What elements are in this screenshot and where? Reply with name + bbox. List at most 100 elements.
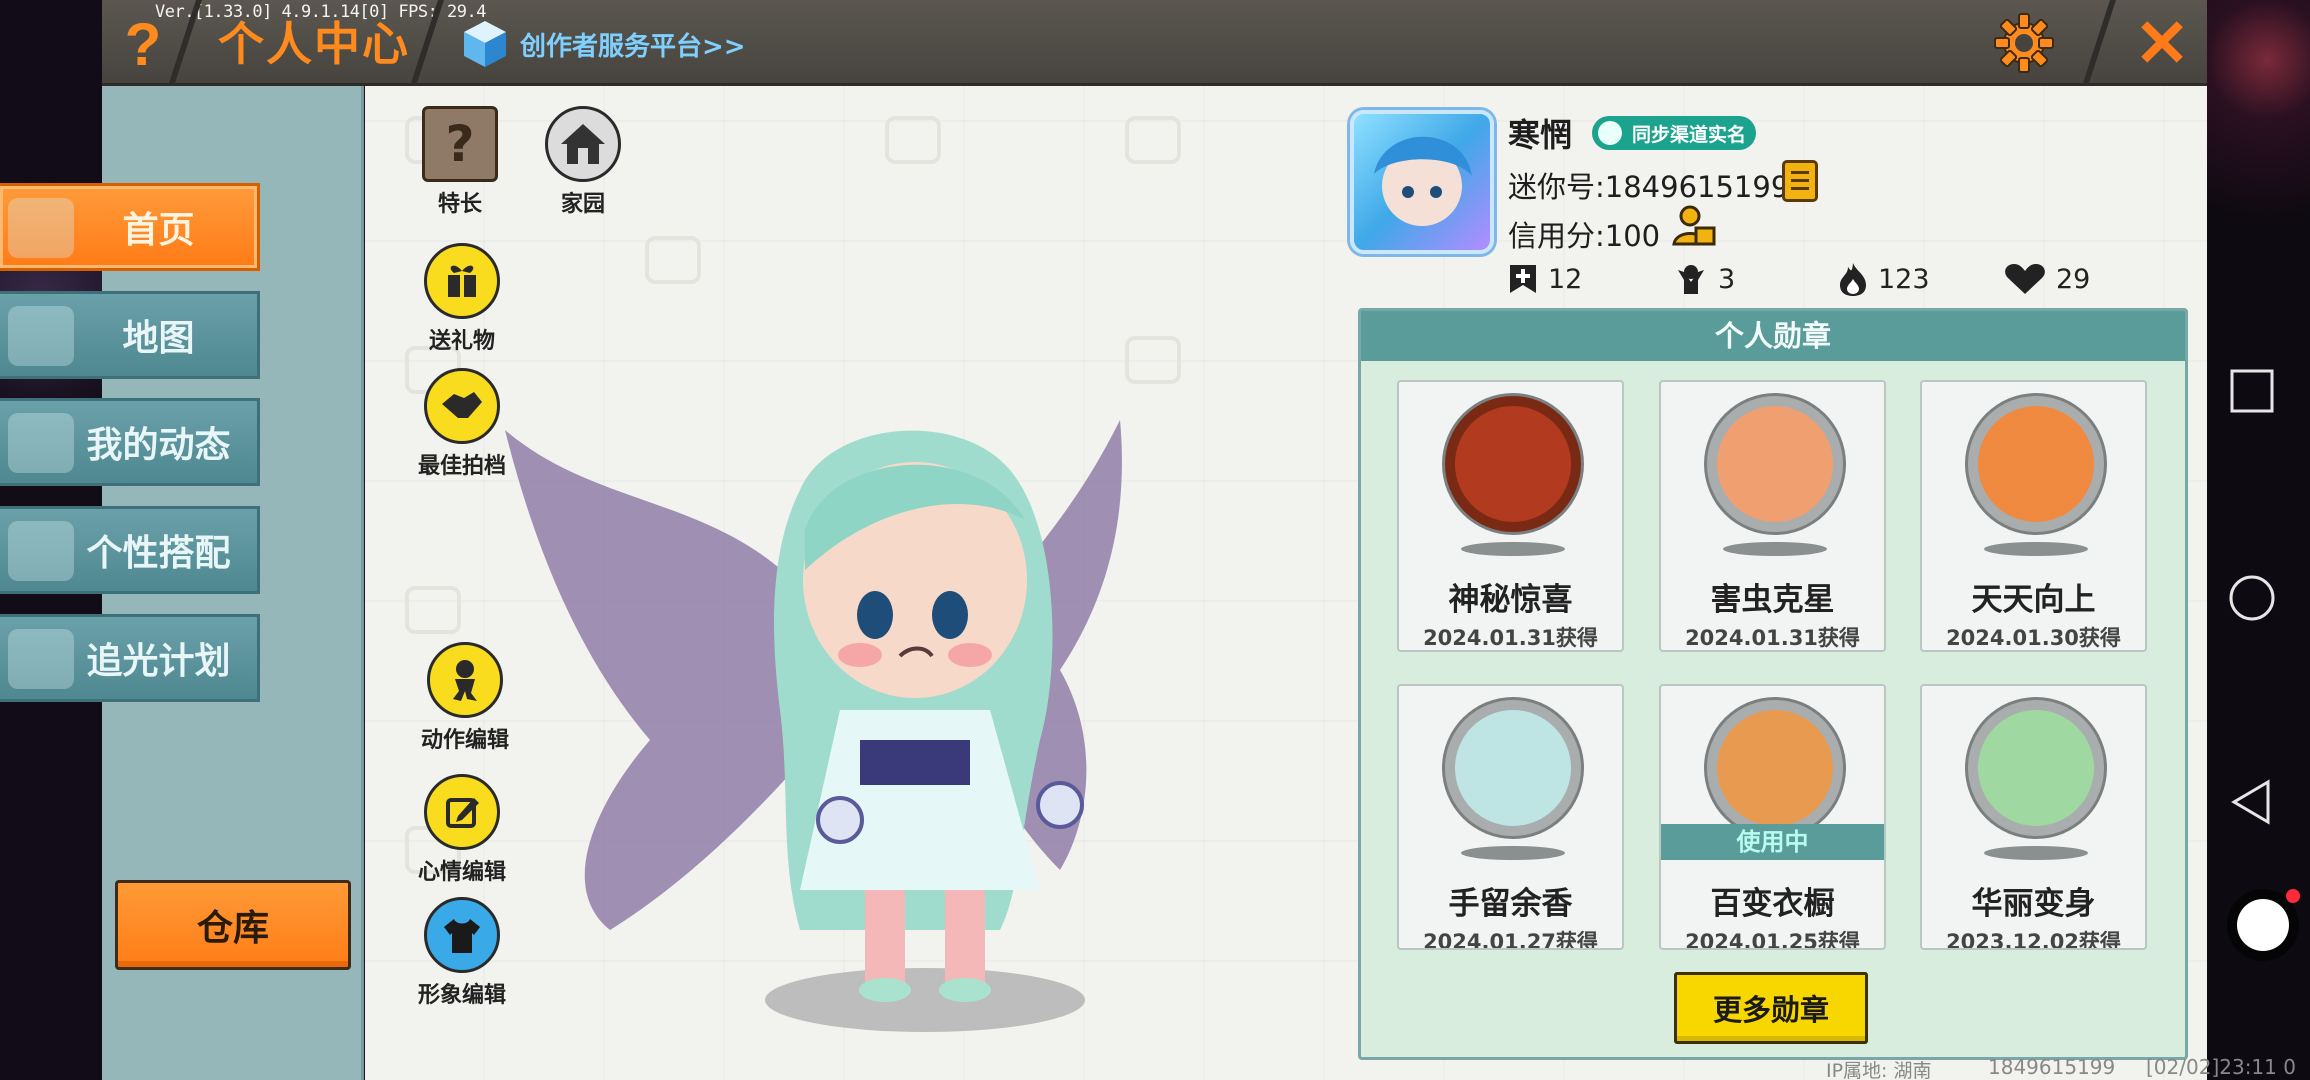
sidebar-item-map[interactable]: 地图 <box>0 291 260 379</box>
sidebar-item-my-posts[interactable]: 我的动态 <box>0 398 260 486</box>
follow-stat[interactable]: 12 <box>1508 260 1582 298</box>
background-pattern <box>1125 116 1181 164</box>
sidebar-item-outfit[interactable]: 个性搭配 <box>0 506 260 594</box>
medal-name: 华丽变身 <box>1971 886 2096 922</box>
medal-date: 2024.01.27获得 <box>1423 930 1598 950</box>
specialty-label: 特长 <box>437 192 482 217</box>
medal-shadow <box>1461 542 1565 556</box>
fans-icon <box>1678 265 1704 294</box>
gift-medal-icon <box>1445 396 1581 532</box>
transform-medal-icon <box>1968 700 2104 836</box>
more-medals-button[interactable]: 更多勋章 <box>1674 972 1868 1044</box>
medal-card[interactable]: 神秘惊喜 2024.01.31获得 <box>1397 380 1624 652</box>
flame-icon <box>1840 263 1866 296</box>
dance-figure-icon <box>427 642 503 718</box>
bell-icon <box>8 413 74 473</box>
medal-date: 2024.01.25获得 <box>1685 930 1860 950</box>
bug-medal-icon <box>1707 396 1843 532</box>
medal-shadow <box>1984 846 2088 860</box>
fans-stat[interactable]: 3 <box>1674 260 1735 298</box>
sidebar-item-light-plan[interactable]: 追光计划 <box>0 614 260 702</box>
copy-icon[interactable] <box>1782 160 1818 202</box>
verify-badge[interactable]: 同步渠道实名 <box>1592 116 1757 150</box>
send-gift-label: 送礼物 <box>428 329 495 354</box>
flower-medal-icon <box>1445 700 1581 836</box>
verify-badge-label: 同步渠道实名 <box>1632 123 1747 146</box>
warehouse-label: 仓库 <box>196 908 269 949</box>
footer-uid: 1849615199 <box>1988 1055 2116 1079</box>
medal-card[interactable]: 华丽变身 2023.12.02获得 <box>1920 684 2147 950</box>
medal-card[interactable]: 手留余香 2024.01.27获得 <box>1397 684 1624 950</box>
background-pattern <box>645 236 701 284</box>
sidebar-item-home[interactable]: 首页 <box>0 183 260 271</box>
send-gift-button[interactable]: 送礼物 <box>407 243 517 355</box>
cube-logo-icon <box>464 21 506 67</box>
map-icon <box>8 306 74 366</box>
footer-time: [02/02]23:11 0 <box>2146 1055 2296 1079</box>
close-icon: ✕ <box>2134 6 2190 80</box>
warehouse-button[interactable]: 仓库 <box>115 880 351 970</box>
recent-apps-icon[interactable] <box>2228 367 2276 415</box>
medal-date: 2024.01.31获得 <box>1685 626 1860 650</box>
outfit-icon <box>8 521 74 581</box>
medal-card[interactable]: 使用中 百变衣橱 2024.01.25获得 <box>1659 684 1886 950</box>
likes-count: 29 <box>2056 263 2091 295</box>
home-garden-label: 家园 <box>560 192 605 217</box>
medal-date: 2023.12.02获得 <box>1946 930 2121 950</box>
house-icon <box>545 106 621 182</box>
home-garden-button[interactable]: 家园 <box>528 106 638 218</box>
floating-assist-icon[interactable] <box>2226 888 2300 962</box>
sidebar-item-label: 首页 <box>122 210 195 251</box>
credit-user-icon[interactable] <box>1672 204 1716 248</box>
page-title: 个人中心 <box>218 17 410 71</box>
ip-location: IP属地: 湖南 <box>1826 1060 1932 1080</box>
medal-header: 个人勋章 <box>1361 311 2185 361</box>
credit-score: 信用分:100 <box>1508 219 1661 253</box>
wardrobe-medal-icon <box>1707 700 1843 836</box>
avatar-character[interactable] <box>500 410 1180 1050</box>
close-button[interactable]: ✕ <box>2130 8 2194 78</box>
background-pattern <box>405 586 461 634</box>
background-pattern <box>885 116 941 164</box>
medal-shadow <box>1723 542 1827 556</box>
creator-platform-label: 创作者服务平台>> <box>520 31 746 62</box>
medal-card[interactable]: 害虫克星 2024.01.31获得 <box>1659 380 1886 652</box>
more-medals-label: 更多勋章 <box>1712 993 1829 1027</box>
likes-stat[interactable]: 29 <box>2004 260 2090 298</box>
medal-date: 2024.01.31获得 <box>1423 626 1598 650</box>
light-plan-icon <box>8 629 74 689</box>
fans-count: 3 <box>1718 263 1736 295</box>
question-box-icon: ? <box>422 106 498 182</box>
medal-shadow <box>1984 542 2088 556</box>
specialty-button[interactable]: ? 特长 <box>405 106 515 218</box>
edit-pencil-icon <box>424 774 500 850</box>
sidebar-item-label: 追光计划 <box>86 641 231 682</box>
home-icon <box>8 198 74 258</box>
back-nav-icon[interactable] <box>2228 778 2276 826</box>
follow-count: 12 <box>1548 263 1583 295</box>
avatar-portrait-icon <box>1374 136 1472 226</box>
avatar[interactable] <box>1350 110 1494 254</box>
mini-id: 迷你号:1849615199 <box>1508 170 1790 204</box>
sidebar-item-label: 我的动态 <box>86 425 231 466</box>
hot-count: 123 <box>1878 263 1930 295</box>
medal-name: 天天向上 <box>1971 582 2096 618</box>
medal-name: 百变衣橱 <box>1710 886 1835 922</box>
sidebar-item-label: 地图 <box>122 318 195 359</box>
medal-name: 手留余香 <box>1448 886 1573 922</box>
gear-icon[interactable] <box>1993 12 2055 74</box>
calendar-medal-icon <box>1968 396 2104 532</box>
shirt-icon <box>424 897 500 973</box>
medal-name: 害虫克星 <box>1710 582 1835 618</box>
home-nav-icon[interactable] <box>2228 574 2276 622</box>
creator-platform-link[interactable]: 创作者服务平台>> <box>462 18 746 70</box>
in-use-tag: 使用中 <box>1661 824 1884 860</box>
sidebar-item-label: 个性搭配 <box>86 533 231 574</box>
background-pattern <box>1125 336 1181 384</box>
question-mark-icon: ? <box>124 11 162 78</box>
heart-icon <box>2005 264 2045 294</box>
handshake-icon <box>424 368 500 444</box>
hot-stat[interactable]: 123 <box>1838 260 1930 298</box>
help-button[interactable]: ? <box>118 10 168 80</box>
medal-card[interactable]: 天天向上 2024.01.30获得 <box>1920 380 2147 652</box>
